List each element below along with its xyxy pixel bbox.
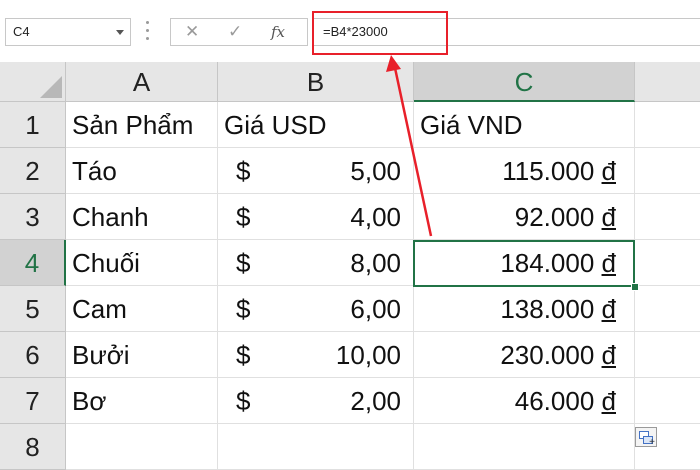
annotation-arrow xyxy=(386,55,433,237)
arrow-line xyxy=(393,67,433,237)
arrow-head xyxy=(386,55,401,72)
